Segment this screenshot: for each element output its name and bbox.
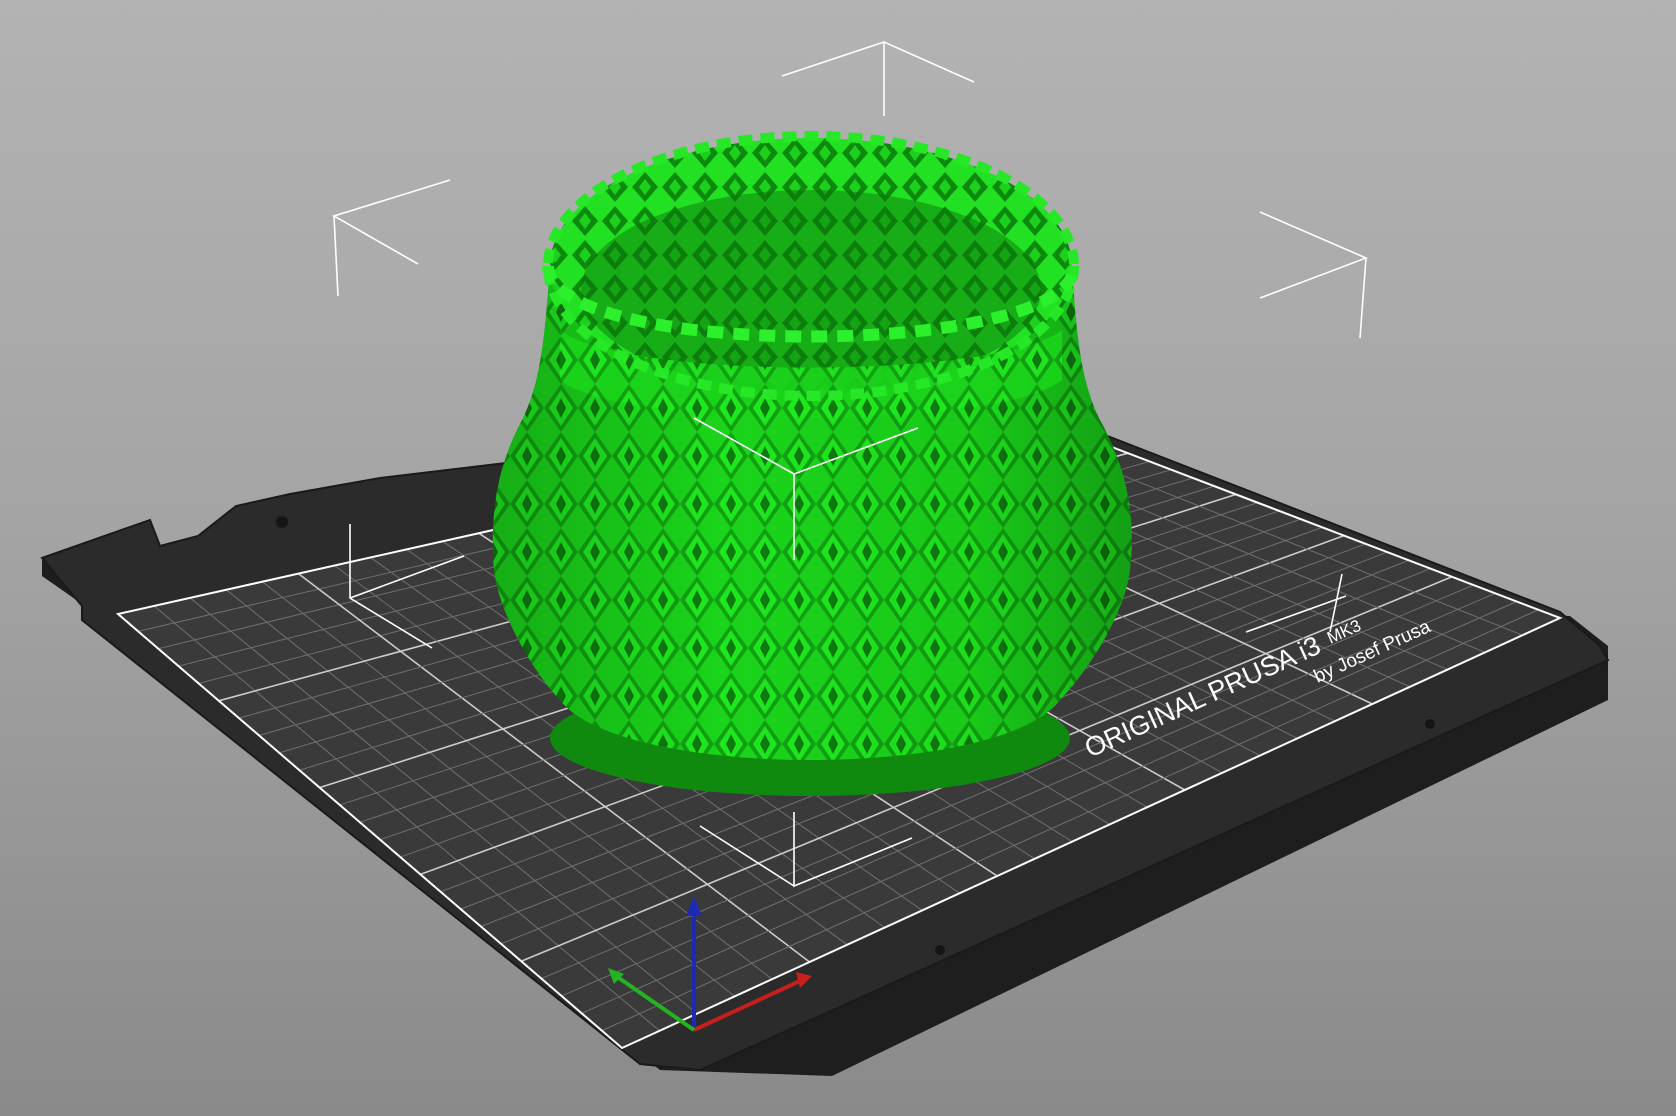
bed-screw-hole: [1425, 719, 1435, 729]
scene-canvas[interactable]: ORIGINAL PRUSA i3 MK3 by Josef Prusa: [0, 0, 1676, 1116]
lattice-vase-object[interactable]: [492, 131, 1132, 796]
bed-screw-hole: [276, 516, 288, 528]
3d-viewport[interactable]: ORIGINAL PRUSA i3 MK3 by Josef Prusa: [0, 0, 1676, 1116]
bed-screw-hole: [935, 945, 945, 955]
